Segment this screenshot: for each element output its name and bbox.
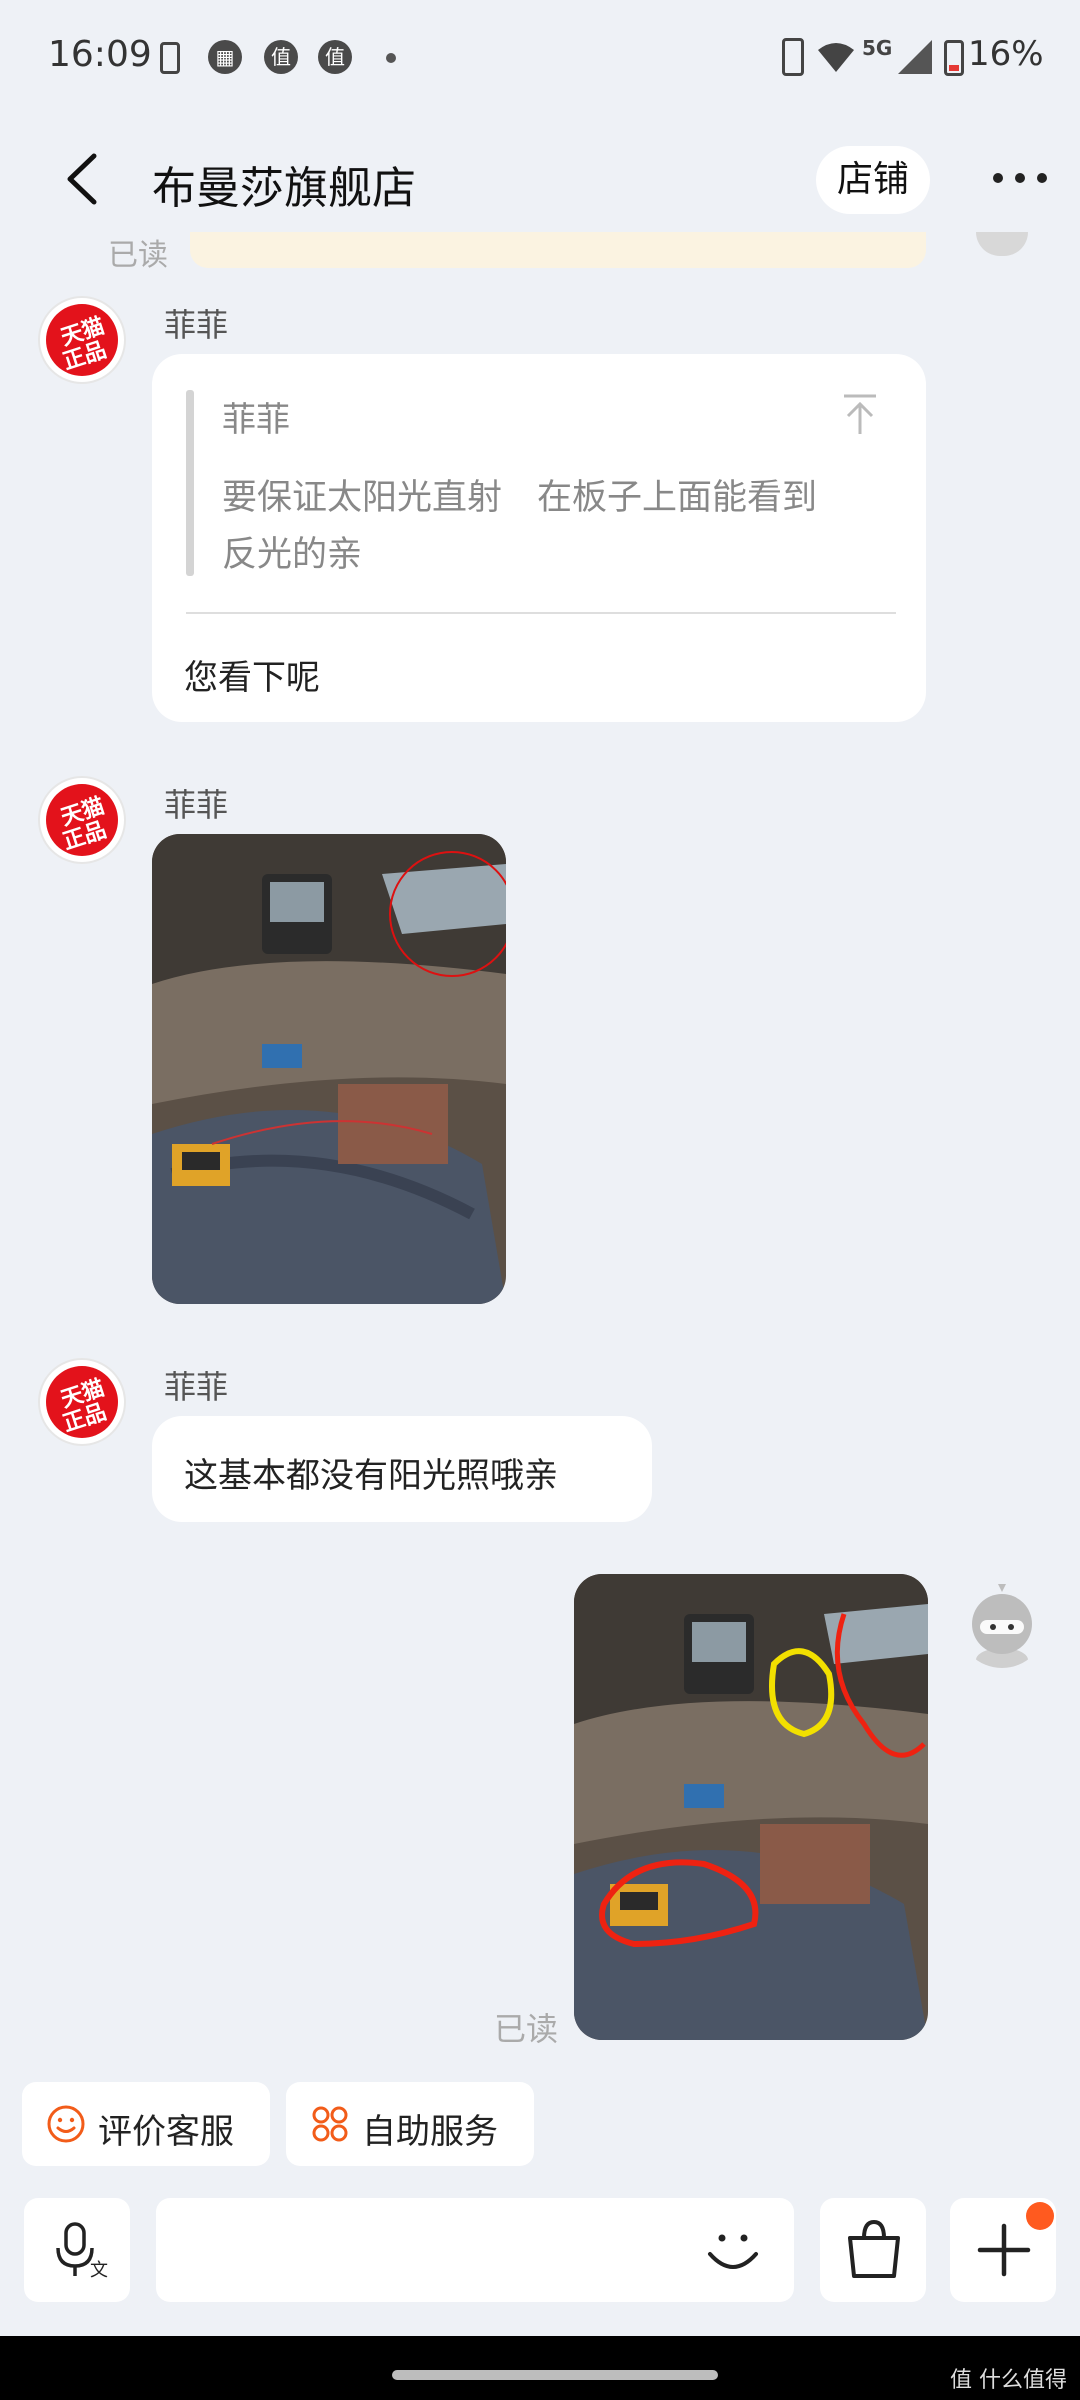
voice-input-button[interactable]: 文 (24, 2198, 130, 2302)
store-button[interactable]: 店铺 (816, 146, 930, 214)
message-image[interactable] (574, 1574, 928, 2040)
back-arrow-icon[interactable] (60, 152, 104, 206)
network-label: 5G (862, 36, 893, 60)
sender-name: 菲菲 (164, 306, 229, 344)
zhi-app-icon: 值 (318, 40, 352, 74)
battery-percent: 16% (968, 34, 1044, 74)
battery-saver-icon (160, 42, 180, 74)
signal-icon (898, 40, 932, 74)
quote-text: 要保证太阳光直射 在板子上面能看到反光的亲 (222, 478, 818, 575)
calendar-icon: ▦ (208, 40, 242, 74)
quote-sender: 菲菲 (222, 400, 290, 440)
voice-input-icon: 文 (56, 2222, 108, 2280)
jump-to-quote-icon[interactable] (840, 392, 880, 436)
dot-icon (386, 53, 396, 63)
grid-icon (312, 2106, 348, 2142)
message-image[interactable] (152, 834, 506, 1304)
message-text: 您看下呢 (184, 658, 320, 698)
rate-service-button[interactable]: 评价客服 (22, 2082, 270, 2166)
read-status: 已读 (108, 238, 168, 273)
rate-service-label: 评价客服 (98, 2112, 234, 2152)
shop-avatar[interactable]: 天猫 正品 (38, 1358, 126, 1446)
annotated-car-photo (574, 1574, 928, 2040)
shop-avatar[interactable]: 天猫 正品 (38, 776, 126, 864)
battery-icon (944, 40, 964, 76)
wifi-icon (818, 43, 854, 72)
notification-dot (1026, 2202, 1054, 2230)
partial-message-bubble (190, 232, 926, 268)
sender-name: 菲菲 (164, 786, 229, 824)
sender-name: 菲菲 (164, 1368, 229, 1406)
zhi-app-icon: 值 (264, 40, 298, 74)
watermark: 值 什么值得买 (950, 2368, 1067, 2393)
clock: 16:09 (48, 34, 152, 75)
emoji-icon[interactable] (704, 2222, 762, 2280)
shop-avatar[interactable]: 天猫 正品 (38, 296, 126, 384)
page-title: 布曼莎旗舰店 (152, 163, 416, 214)
quote-divider (186, 612, 896, 614)
system-nav-bar (0, 2336, 1080, 2400)
shopping-bag-icon (848, 2219, 900, 2278)
quote-bar (186, 390, 194, 576)
read-status: 已读 (494, 2010, 559, 2048)
self-service-label: 自助服务 (362, 2112, 498, 2152)
self-service-button[interactable]: 自助服务 (286, 2082, 534, 2166)
car-interior-photo (152, 834, 506, 1304)
svg-text:文: 文 (90, 2260, 108, 2280)
home-gesture-bar[interactable] (392, 2370, 718, 2380)
plus-icon (977, 2223, 1031, 2277)
nfc-icon (782, 38, 804, 76)
message-text: 这基本都没有阳光照哦亲 (184, 1456, 558, 1496)
shopping-bag-button[interactable] (820, 2198, 926, 2302)
smile-icon (47, 2105, 85, 2143)
status-bar: 16:09 ▦ 值 值 5G 16% (0, 0, 1080, 115)
message-input[interactable] (156, 2198, 794, 2302)
user-avatar-partial (976, 232, 1028, 256)
user-avatar[interactable] (958, 1580, 1046, 1668)
more-icon[interactable] (990, 166, 1050, 190)
